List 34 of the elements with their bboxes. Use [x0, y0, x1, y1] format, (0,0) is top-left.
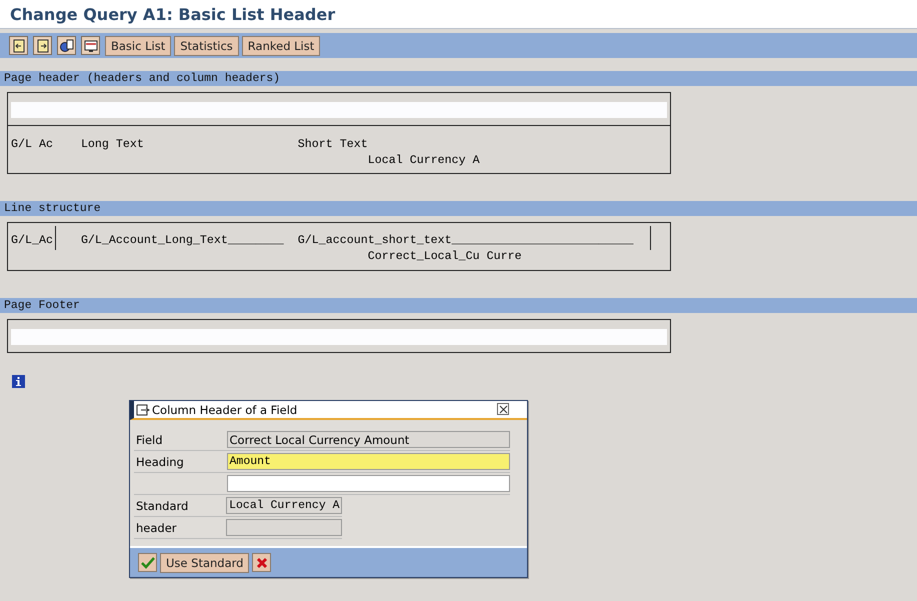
column-header-text: Short Text: [298, 137, 368, 151]
section-title: Page header (headers and column headers): [4, 72, 280, 85]
readonly-field: Correct Local Currency Amount: [226, 431, 510, 448]
field-label: Standard: [136, 498, 188, 512]
field-name-text: G/L_Account_Long_Text________: [80, 233, 284, 247]
input-field[interactable]: [226, 475, 510, 492]
section-title: Page Footer: [4, 299, 80, 312]
close-icon[interactable]: [497, 403, 509, 415]
toolbar-button[interactable]: Basic List: [105, 36, 172, 56]
cross-icon: [256, 556, 268, 568]
previous-icon[interactable]: [9, 36, 28, 55]
check-icon: [140, 556, 154, 568]
column-header-text: G/L Ac: [11, 137, 53, 151]
dialog-title: Column Header of a Field: [152, 402, 298, 416]
field-name-text: G/L_Ac: [11, 233, 53, 247]
field-label: Field: [136, 432, 163, 446]
use-standard-button[interactable]: Use Standard: [160, 552, 250, 572]
column-header-text: Long Text: [80, 137, 144, 151]
dialog-icon: [136, 404, 150, 416]
field-label: Heading: [136, 454, 184, 468]
field-label: header: [136, 520, 177, 534]
column-header-text: Local Currency A: [368, 153, 480, 167]
readonly-field: Local Currency A: [226, 497, 342, 514]
next-icon[interactable]: [33, 36, 52, 55]
section-title: Line structure: [4, 202, 101, 215]
field-name-text: Correct_Local_Cu Curre: [368, 249, 522, 263]
input-field[interactable]: Amount: [226, 453, 510, 470]
cancel-button[interactable]: [252, 553, 272, 572]
toolbar-button[interactable]: Ranked List: [242, 36, 320, 56]
confirm-button[interactable]: [138, 553, 157, 572]
toolbar-button[interactable]: Statistics: [174, 36, 239, 56]
layout-icon[interactable]: [81, 36, 100, 55]
field-name-text: G/L_account_short_text__________________________: [298, 233, 634, 247]
window-title: Change Query A1: Basic List Header: [10, 4, 336, 24]
